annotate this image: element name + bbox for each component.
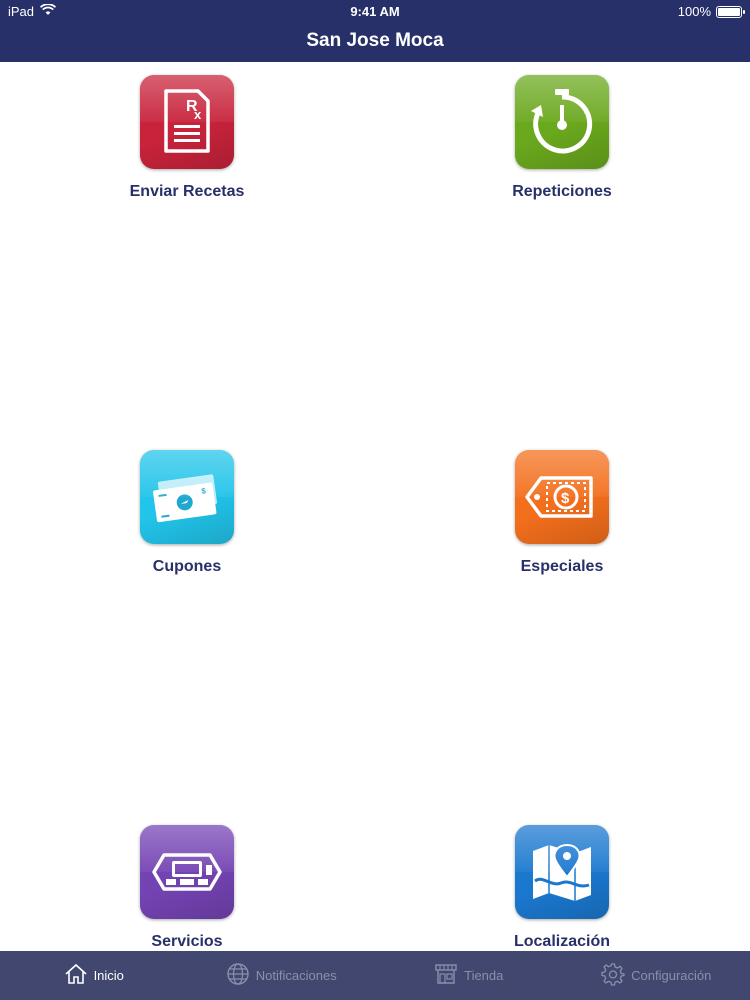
app-header: iPad 9:41 AM 100% San Jose Moca — [0, 0, 750, 62]
servicios-button[interactable]: Servicios — [77, 825, 297, 951]
svg-text:R: R — [186, 98, 198, 115]
enviar-recetas-label: Enviar Recetas — [129, 183, 245, 200]
tab-notificaciones-label: Notificaciones — [255, 968, 337, 983]
store-icon — [434, 962, 458, 989]
tab-tienda[interactable]: Tienda — [375, 951, 563, 1000]
especiales-button[interactable]: $ Especiales — [452, 450, 672, 576]
localizacion-label: Localización — [513, 933, 611, 950]
tab-configuracion[interactable]: Configuración — [563, 951, 750, 1000]
repeticiones-label: Repeticiones — [512, 183, 612, 200]
tab-configuracion-label: Configuración — [631, 968, 712, 983]
price-tag-icon: $ — [515, 450, 609, 544]
localizacion-button[interactable]: Localización — [452, 825, 672, 951]
tab-inicio-label: Inicio — [93, 968, 124, 983]
map-pin-icon — [515, 825, 609, 919]
gear-icon — [601, 962, 625, 989]
especiales-label: Especiales — [520, 558, 604, 575]
coupon-bills-icon: $ — [140, 450, 234, 544]
enviar-recetas-button[interactable]: R x Enviar Recetas — [77, 75, 297, 201]
home-icon — [64, 962, 88, 989]
battery-icon — [716, 5, 745, 18]
svg-text:$: $ — [561, 490, 570, 507]
status-right: 100% — [677, 4, 745, 19]
status-time: 9:41 AM — [350, 4, 400, 19]
cupones-label: Cupones — [152, 558, 222, 575]
status-bar: iPad 9:41 AM 100% — [0, 0, 750, 22]
svg-text:$: $ — [201, 486, 207, 496]
tab-bar: Inicio Notificaciones Tienda Configuraci… — [0, 951, 750, 1000]
prescription-icon: R x — [140, 75, 234, 169]
cupones-button[interactable]: $ Cupones — [77, 450, 297, 576]
battery-level — [718, 7, 740, 16]
page-title: San Jose Moca — [306, 30, 444, 51]
refill-timer-icon — [515, 75, 609, 169]
repeticiones-button[interactable]: Repeticiones — [452, 75, 672, 201]
services-icon — [140, 825, 234, 919]
tab-inicio[interactable]: Inicio — [0, 951, 188, 1000]
battery-percent: 100% — [677, 4, 711, 19]
tab-notificaciones[interactable]: Notificaciones — [188, 951, 376, 1000]
svg-text:x: x — [194, 107, 202, 122]
globe-icon — [226, 962, 250, 989]
tab-tienda-label: Tienda — [464, 968, 504, 983]
servicios-label: Servicios — [151, 933, 223, 950]
